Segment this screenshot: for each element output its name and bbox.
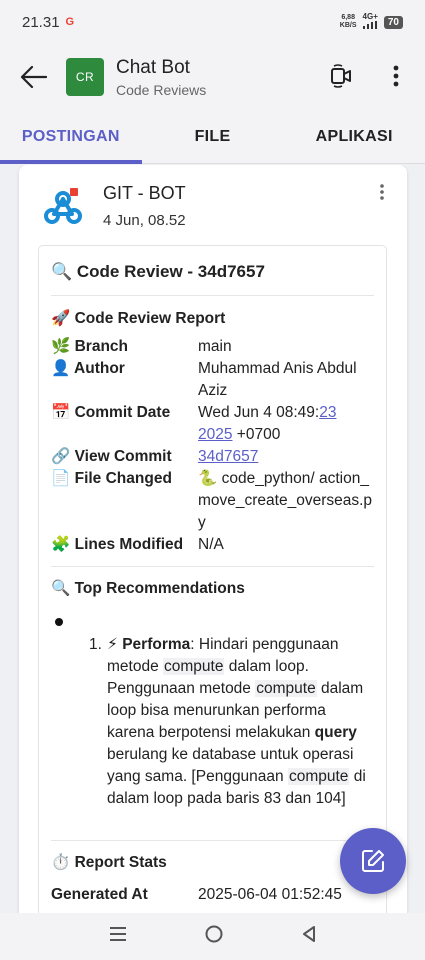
signal-icon: 4G+	[362, 13, 378, 31]
status-bar: 21.31 G 6,88 KB/S 4G+ 70	[0, 0, 425, 44]
channel-title-block[interactable]: Chat Bot Code Reviews	[116, 57, 206, 98]
divider	[51, 566, 374, 567]
recommendation-item: 1. ⚡ Performa: Hindari penggunaan metode…	[89, 636, 366, 807]
field-key: 📄 File Changed	[51, 470, 172, 487]
back-nav-icon[interactable]	[301, 925, 317, 948]
channel-subtitle: Code Reviews	[116, 81, 207, 98]
post-card[interactable]: GIT - BOT 4 Jun, 08.52 🔍 Code Review - 3…	[19, 165, 407, 913]
tab-aplikasi[interactable]: APLIKASI	[283, 110, 425, 163]
posts-feed[interactable]: GIT - BOT 4 Jun, 08.52 🔍 Code Review - 3…	[0, 165, 425, 913]
tab-postingan[interactable]: POSTINGAN	[0, 110, 142, 164]
post-more-icon[interactable]	[379, 183, 385, 206]
field-key: 🧩 Lines Modified	[51, 536, 184, 553]
tab-file[interactable]: FILE	[142, 110, 284, 163]
recent-apps-icon[interactable]	[108, 925, 128, 948]
generated-row: Generated At 2025-06-04 01:52:45	[51, 886, 342, 903]
net-speed: 6,88 KB/S	[339, 14, 357, 29]
app-header: CR Chat Bot Code Reviews	[0, 44, 425, 110]
new-post-button[interactable]	[340, 828, 406, 894]
back-arrow-icon[interactable]	[18, 62, 48, 92]
recommendations-title: 🔍 Top Recommendations	[51, 580, 245, 597]
field-value: 🐍 code_python/ action_move_create_overse…	[198, 470, 373, 531]
view-commit-link[interactable]: 34d7657	[198, 448, 258, 465]
field-value: N/A	[198, 536, 224, 553]
field-key: 📅 Commit Date	[51, 404, 171, 421]
channel-title: Chat Bot	[116, 56, 190, 78]
compose-icon	[362, 850, 384, 872]
post-author: GIT - BOT	[103, 183, 186, 203]
bot-avatar-icon	[43, 187, 87, 231]
review-message-box: 🔍 Code Review - 34d7657 🚀 Code Review Re…	[38, 245, 387, 913]
field-key: 🔗 View Commit	[51, 448, 172, 465]
field-value: main	[198, 338, 232, 355]
status-indicators: 6,88 KB/S 4G+ 70	[340, 13, 403, 31]
system-nav-bar	[0, 913, 425, 960]
battery-icon: 70	[383, 15, 403, 29]
field-value: Wed Jun 4 08:49:23 2025 +0700	[198, 404, 337, 443]
report-title: 🚀 Code Review Report	[51, 310, 226, 327]
field-value: Muhammad Anis Abdul Aziz	[198, 360, 357, 399]
review-title: 🔍 Code Review - 34d7657	[51, 246, 374, 296]
home-icon[interactable]	[204, 924, 224, 949]
stats-title: ⏱️ Report Stats	[51, 840, 374, 872]
status-time: 21.31	[22, 13, 60, 31]
field-key: 🌿 Branch	[51, 338, 129, 355]
more-options-icon[interactable]	[392, 64, 400, 93]
google-icon: G	[65, 16, 75, 28]
report-fields: 🌿 Branch main 👤 Author Muhammad Anis Abd…	[51, 336, 374, 556]
post-header: GIT - BOT 4 Jun, 08.52	[43, 183, 186, 231]
tab-bar: POSTINGAN FILE APLIKASI	[0, 110, 425, 164]
bullet	[55, 618, 63, 626]
post-date: 4 Jun, 08.52	[103, 212, 186, 229]
video-call-icon[interactable]	[330, 64, 352, 93]
field-key: 👤 Author	[51, 360, 125, 377]
channel-avatar[interactable]: CR	[66, 58, 104, 96]
